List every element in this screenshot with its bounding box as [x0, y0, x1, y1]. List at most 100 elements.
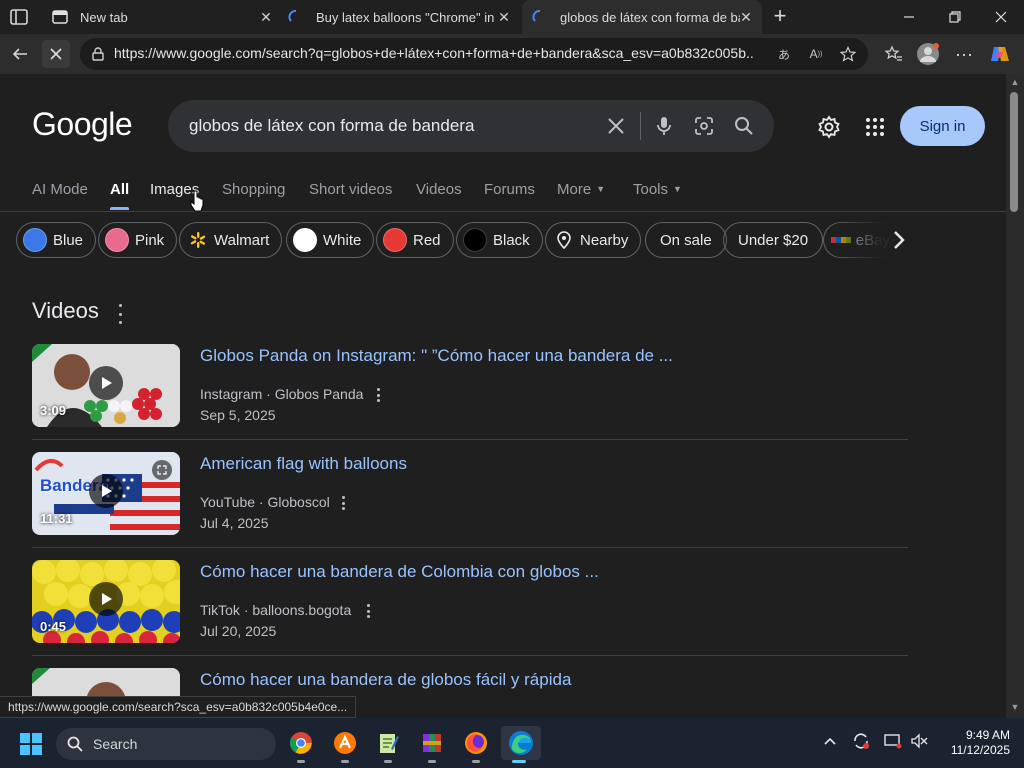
- scrollbar-thumb[interactable]: [1010, 92, 1018, 212]
- video-result[interactable]: Bandera 11:31 American flag with balloon…: [32, 452, 908, 560]
- profile-avatar-icon[interactable]: [914, 40, 942, 68]
- close-tab-icon[interactable]: ✕: [496, 9, 512, 25]
- edge-app-icon[interactable]: [501, 726, 541, 763]
- chip-label: Pink: [135, 231, 165, 249]
- tab-actions-icon[interactable]: [8, 7, 30, 27]
- video-source: Instagram · Globos Panda: [200, 386, 363, 402]
- new-tab-favicon-icon: [52, 9, 68, 25]
- tab-forums[interactable]: Forums: [484, 181, 535, 198]
- tab-more[interactable]: More ▼: [557, 181, 605, 198]
- play-icon[interactable]: [89, 366, 123, 400]
- result-more-options-icon[interactable]: [338, 496, 348, 510]
- taskbar-search[interactable]: Search: [56, 728, 276, 760]
- clock-time: 9:49 AM: [965, 728, 1010, 742]
- search-icon[interactable]: [732, 114, 756, 138]
- chrome-app-icon[interactable]: [283, 726, 319, 763]
- video-title-link[interactable]: Cómo hacer una bandera de Colombia con g…: [200, 562, 599, 582]
- chip-white[interactable]: White: [286, 222, 375, 258]
- scroll-up-arrow-icon[interactable]: ▲: [1009, 77, 1021, 87]
- system-clock[interactable]: 9:49 AM 11/12/2025: [930, 728, 1010, 758]
- tab-shopping[interactable]: Shopping: [222, 181, 285, 198]
- video-result[interactable]: 0:45 Cómo hacer una bandera de Colombia …: [32, 560, 908, 668]
- firefox-app-icon[interactable]: [458, 726, 494, 763]
- video-title-link[interactable]: American flag with balloons: [200, 454, 407, 474]
- video-result[interactable]: 3:09 Globos Panda on Instagram: " ”Cómo …: [32, 344, 908, 452]
- chip-blue[interactable]: Blue: [16, 222, 97, 258]
- avast-app-icon[interactable]: [327, 726, 363, 763]
- stop-loading-button[interactable]: [42, 40, 70, 68]
- video-thumbnail[interactable]: Bandera 11:31: [32, 452, 180, 535]
- chip-pink[interactable]: Pink: [98, 222, 178, 258]
- tab-ai-mode[interactable]: AI Mode: [32, 181, 88, 198]
- back-button[interactable]: [6, 40, 34, 68]
- google-apps-icon[interactable]: [862, 114, 888, 140]
- chip-label: Red: [413, 231, 441, 249]
- sign-in-button[interactable]: Sign in: [900, 106, 985, 146]
- search-box[interactable]: globos de látex con forma de bandera: [168, 100, 774, 152]
- settings-gear-icon[interactable]: [816, 114, 842, 140]
- result-more-options-icon[interactable]: [373, 388, 383, 402]
- chip-on-sale[interactable]: On sale: [645, 222, 727, 258]
- address-bar[interactable]: https://www.google.com/search?q=globos+d…: [80, 38, 868, 70]
- video-thumbnail[interactable]: 3:09: [32, 344, 180, 427]
- sync-icon[interactable]: [850, 730, 872, 752]
- result-more-options-icon[interactable]: [363, 604, 373, 618]
- browser-tab-latex-balloons[interactable]: Buy latex balloons "Chrome" in Ye ✕: [284, 0, 520, 34]
- chip-black[interactable]: Black: [456, 222, 543, 258]
- video-thumbnail[interactable]: 0:45: [32, 560, 180, 643]
- browser-tab-globos-active[interactable]: globos de látex con forma de ban ✕: [522, 0, 762, 34]
- clear-search-icon[interactable]: [604, 114, 628, 138]
- winrar-app-icon[interactable]: [414, 726, 450, 763]
- chip-red[interactable]: Red: [376, 222, 454, 258]
- search-input[interactable]: globos de látex con forma de bandera: [189, 116, 474, 136]
- video-title-link[interactable]: Globos Panda on Instagram: " ”Cómo hacer…: [200, 346, 673, 366]
- minimize-button[interactable]: [886, 0, 932, 34]
- chevron-down-icon: ▼: [673, 184, 682, 194]
- google-logo[interactable]: Google: [32, 106, 133, 143]
- videos-more-options-icon[interactable]: [115, 304, 125, 324]
- close-tab-icon[interactable]: ✕: [738, 9, 754, 25]
- close-window-button[interactable]: [978, 0, 1024, 34]
- site-info-icon[interactable]: [88, 44, 108, 64]
- play-icon[interactable]: [89, 582, 123, 616]
- favorites-icon[interactable]: [880, 40, 908, 68]
- read-aloud-icon[interactable]: A)): [806, 44, 826, 64]
- browser-toolbar: https://www.google.com/search?q=globos+d…: [0, 34, 1024, 74]
- windows-start-icon[interactable]: [20, 733, 42, 755]
- result-divider: [32, 655, 908, 656]
- chip-label: Black: [493, 231, 530, 249]
- video-source-text: TikTok · balloons.bogota: [200, 602, 352, 618]
- tab-tools[interactable]: Tools ▼: [633, 181, 682, 198]
- tab-all[interactable]: All: [110, 181, 130, 210]
- restore-button[interactable]: [932, 0, 978, 34]
- favorite-star-icon[interactable]: [838, 44, 858, 64]
- chevron-right-icon[interactable]: [886, 227, 912, 253]
- chip-nearby[interactable]: Nearby: [545, 222, 642, 258]
- more-options-icon[interactable]: ···: [950, 40, 978, 68]
- page-scrollbar[interactable]: ▲ ▼: [1006, 74, 1024, 718]
- tab-title: globos de látex con forma de ban: [560, 9, 740, 25]
- play-icon[interactable]: [89, 474, 123, 508]
- tab-videos[interactable]: Videos: [416, 181, 462, 198]
- chip-under-20[interactable]: Under $20: [723, 222, 824, 258]
- location-pin-icon: [552, 228, 576, 252]
- scroll-down-arrow-icon[interactable]: ▼: [1009, 702, 1021, 712]
- tab-short-videos[interactable]: Short videos: [309, 181, 392, 198]
- status-bar-url: https://www.google.com/search?sca_esv=a0…: [0, 696, 357, 718]
- network-volume-icon[interactable]: [908, 730, 930, 752]
- lens-search-icon[interactable]: [692, 114, 716, 138]
- url-text[interactable]: https://www.google.com/search?q=globos+d…: [114, 45, 754, 61]
- show-hidden-icons-chevron-icon[interactable]: [819, 730, 841, 752]
- chip-walmart[interactable]: Walmart: [179, 222, 283, 258]
- translate-icon[interactable]: あ: [774, 44, 794, 64]
- close-tab-icon[interactable]: ✕: [258, 9, 274, 25]
- tab-tools-label: Tools: [633, 181, 669, 198]
- new-tab-button[interactable]: +: [768, 5, 792, 29]
- notepad-app-icon[interactable]: [370, 726, 406, 763]
- browser-tab-new-tab[interactable]: New tab ✕: [42, 0, 282, 34]
- display-icon[interactable]: [882, 730, 904, 752]
- voice-search-icon[interactable]: [652, 114, 676, 138]
- chip-label: Nearby: [580, 231, 629, 249]
- video-title-link[interactable]: Cómo hacer una bandera de globos fácil y…: [200, 670, 571, 690]
- copilot-icon[interactable]: [986, 40, 1014, 68]
